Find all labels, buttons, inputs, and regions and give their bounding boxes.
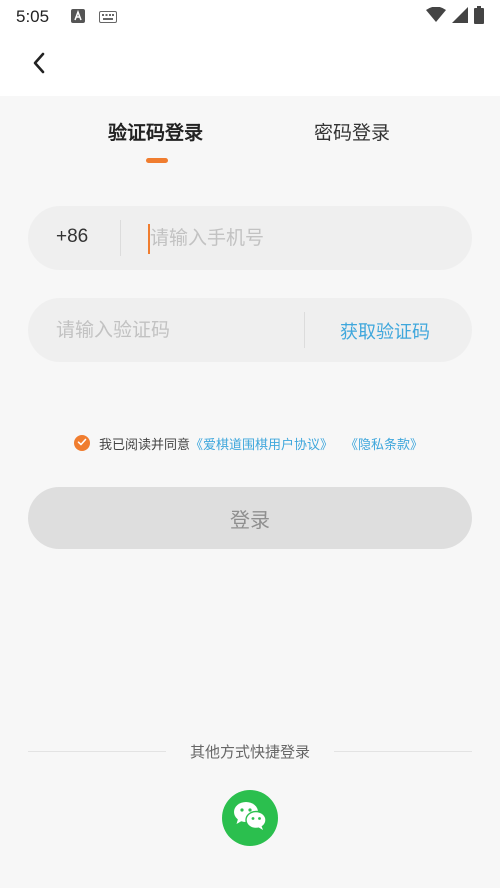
login-button[interactable]: 登录: [28, 487, 472, 549]
divider-line: [334, 751, 472, 752]
signal-icon: [452, 7, 468, 27]
agreement-row: 我已阅读并同意 《爱棋道围棋用户协议》 《隐私条款》: [74, 432, 423, 454]
verification-code-field: 获取验证码: [28, 298, 472, 362]
header: [0, 34, 500, 96]
check-icon: [77, 436, 87, 451]
field-divider: [304, 312, 305, 348]
active-tab-indicator: [146, 158, 168, 163]
keyboard-icon: [99, 8, 118, 27]
status-time: 5:05: [16, 7, 50, 26]
battery-icon: [474, 6, 484, 28]
tab-code-login[interactable]: 验证码登录: [108, 118, 203, 145]
user-agreement-link[interactable]: 《爱棋道围棋用户协议》: [190, 434, 333, 453]
status-system-icons: [426, 6, 484, 28]
back-button[interactable]: [24, 50, 54, 80]
phone-field: +86: [28, 206, 472, 270]
wechat-login-button[interactable]: [222, 790, 278, 846]
login-tabs: 验证码登录 密码登录: [0, 118, 500, 178]
chevron-left-icon: [31, 52, 47, 78]
privacy-policy-link[interactable]: 《隐私条款》: [345, 434, 423, 453]
status-notification-icons: [71, 8, 118, 27]
other-login-divider: 其他方式快捷登录: [0, 740, 500, 764]
verification-code-input[interactable]: [56, 312, 296, 348]
get-code-button[interactable]: 获取验证码: [340, 318, 430, 344]
tab-password-login[interactable]: 密码登录: [314, 118, 390, 145]
phone-input[interactable]: [150, 220, 450, 256]
agreement-text: 我已阅读并同意: [99, 437, 191, 453]
font-a-icon: [71, 8, 86, 27]
agreement-checkbox[interactable]: [74, 435, 90, 451]
field-divider: [120, 220, 121, 256]
country-code-selector[interactable]: +86: [56, 226, 88, 248]
wifi-icon: [426, 6, 446, 27]
wechat-icon: [233, 801, 267, 835]
status-bar: 5:05: [0, 0, 500, 34]
